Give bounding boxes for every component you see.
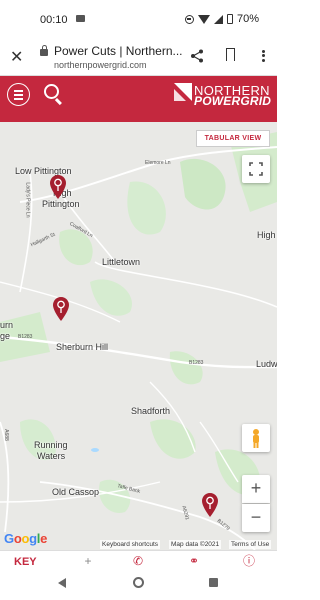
fullscreen-icon (249, 162, 263, 176)
map-green-area (169, 351, 203, 385)
road-label-b1283-b: B1283 (189, 360, 204, 366)
page-title[interactable]: Power Cuts | Northern... (54, 44, 183, 58)
place-sherburn-hill: Sherburn Hill (56, 342, 109, 352)
back-icon[interactable] (58, 578, 66, 588)
more-options-icon[interactable] (262, 48, 266, 63)
logo-line-2: POWERGRID (194, 94, 272, 108)
fullscreen-button[interactable] (242, 155, 270, 183)
menu-button[interactable] (7, 83, 30, 106)
place-littletown: Littletown (102, 257, 141, 267)
battery-level: 70% (236, 13, 259, 25)
menu-line (14, 94, 23, 96)
status-bar: 00:10 70% (0, 0, 277, 40)
terms-of-use-link[interactable]: Terms of Use (229, 540, 272, 549)
map-view[interactable]: Low Pittington High Pittington High Litt… (0, 122, 277, 550)
app-header: NORTHERN POWERGRID (0, 76, 277, 122)
outage-pin[interactable] (201, 492, 219, 518)
plus-icon[interactable]: + (82, 555, 94, 567)
road-label-lady-piece: Lady's Piece Ln (24, 182, 31, 218)
google-logo-letter: e (40, 531, 48, 546)
map-green-area (127, 181, 166, 235)
status-time: 00:10 (40, 14, 68, 26)
zoom-out-button[interactable]: − (242, 504, 270, 532)
logo-mark (174, 83, 192, 101)
bottom-toolbar: KEY + ✆ ⚭ ⓘ (0, 550, 277, 568)
page-url[interactable]: northernpowergrid.com (54, 60, 147, 70)
battery-icon (226, 14, 233, 24)
northern-powergrid-logo[interactable]: NORTHERN POWERGRID (172, 81, 272, 109)
recents-icon[interactable] (209, 578, 218, 587)
wifi-icon (197, 14, 210, 24)
system-nav-bar (0, 568, 277, 600)
key-button[interactable]: KEY (14, 556, 37, 568)
place-running-waters-line1: Running (34, 440, 68, 450)
road-label-a688: A688 (2, 429, 9, 441)
outage-pin[interactable] (49, 174, 67, 200)
search-icon[interactable] (44, 84, 59, 99)
message-icon (76, 15, 85, 22)
browser-toolbar: ✕ Power Cuts | Northern... northernpower… (0, 40, 277, 76)
map-data-attribution: Map data ©2021 (169, 540, 222, 549)
zoom-in-button[interactable]: + (242, 475, 270, 503)
do-not-disturb-icon (184, 14, 194, 24)
share-icon[interactable] (190, 49, 204, 63)
info-icon[interactable]: ⓘ (243, 555, 255, 567)
home-icon[interactable] (133, 577, 144, 588)
menu-line (14, 98, 23, 100)
signal-icon (213, 14, 223, 24)
pegman-icon (253, 429, 259, 448)
bookmark-icon[interactable] (226, 48, 235, 64)
street-view-button[interactable] (242, 424, 270, 452)
place-sherburn-line1: urn (0, 320, 14, 330)
lock-icon[interactable] (40, 45, 48, 56)
map-water (91, 448, 99, 452)
google-logo-letter: G (4, 531, 14, 546)
close-tab-icon[interactable]: ✕ (10, 47, 26, 67)
map-green-area (180, 158, 226, 210)
outage-pin[interactable] (52, 296, 70, 322)
map-green-area (150, 419, 196, 459)
google-logo-letter: g (29, 531, 37, 546)
menu-line (14, 90, 23, 92)
status-right: 70% (184, 13, 259, 25)
map-green-area (90, 279, 132, 316)
keyboard-shortcuts-link[interactable]: Keyboard shortcuts (100, 540, 161, 549)
road-label-b1283-a: B1283 (18, 334, 33, 340)
place-sherburn-line2: ge (0, 331, 11, 341)
google-logo-letter: o (21, 531, 30, 546)
place-old-cassop: Old Cassop (52, 487, 100, 497)
place-running-waters-line2: Waters (37, 451, 66, 461)
tabular-view-button[interactable]: TABULAR VIEW (196, 130, 270, 147)
place-high-pittington-line2: Pittington (42, 199, 80, 209)
place-shadforth: Shadforth (131, 406, 171, 416)
place-ludw: Ludw (256, 359, 277, 369)
link-icon[interactable]: ⚭ (188, 555, 200, 567)
google-logo[interactable]: Google (4, 531, 47, 546)
road-label-elemore: Elemore Ln (145, 160, 171, 166)
map-canvas (0, 132, 277, 550)
place-high-right: High (257, 230, 276, 240)
phone-icon[interactable]: ✆ (132, 555, 144, 567)
